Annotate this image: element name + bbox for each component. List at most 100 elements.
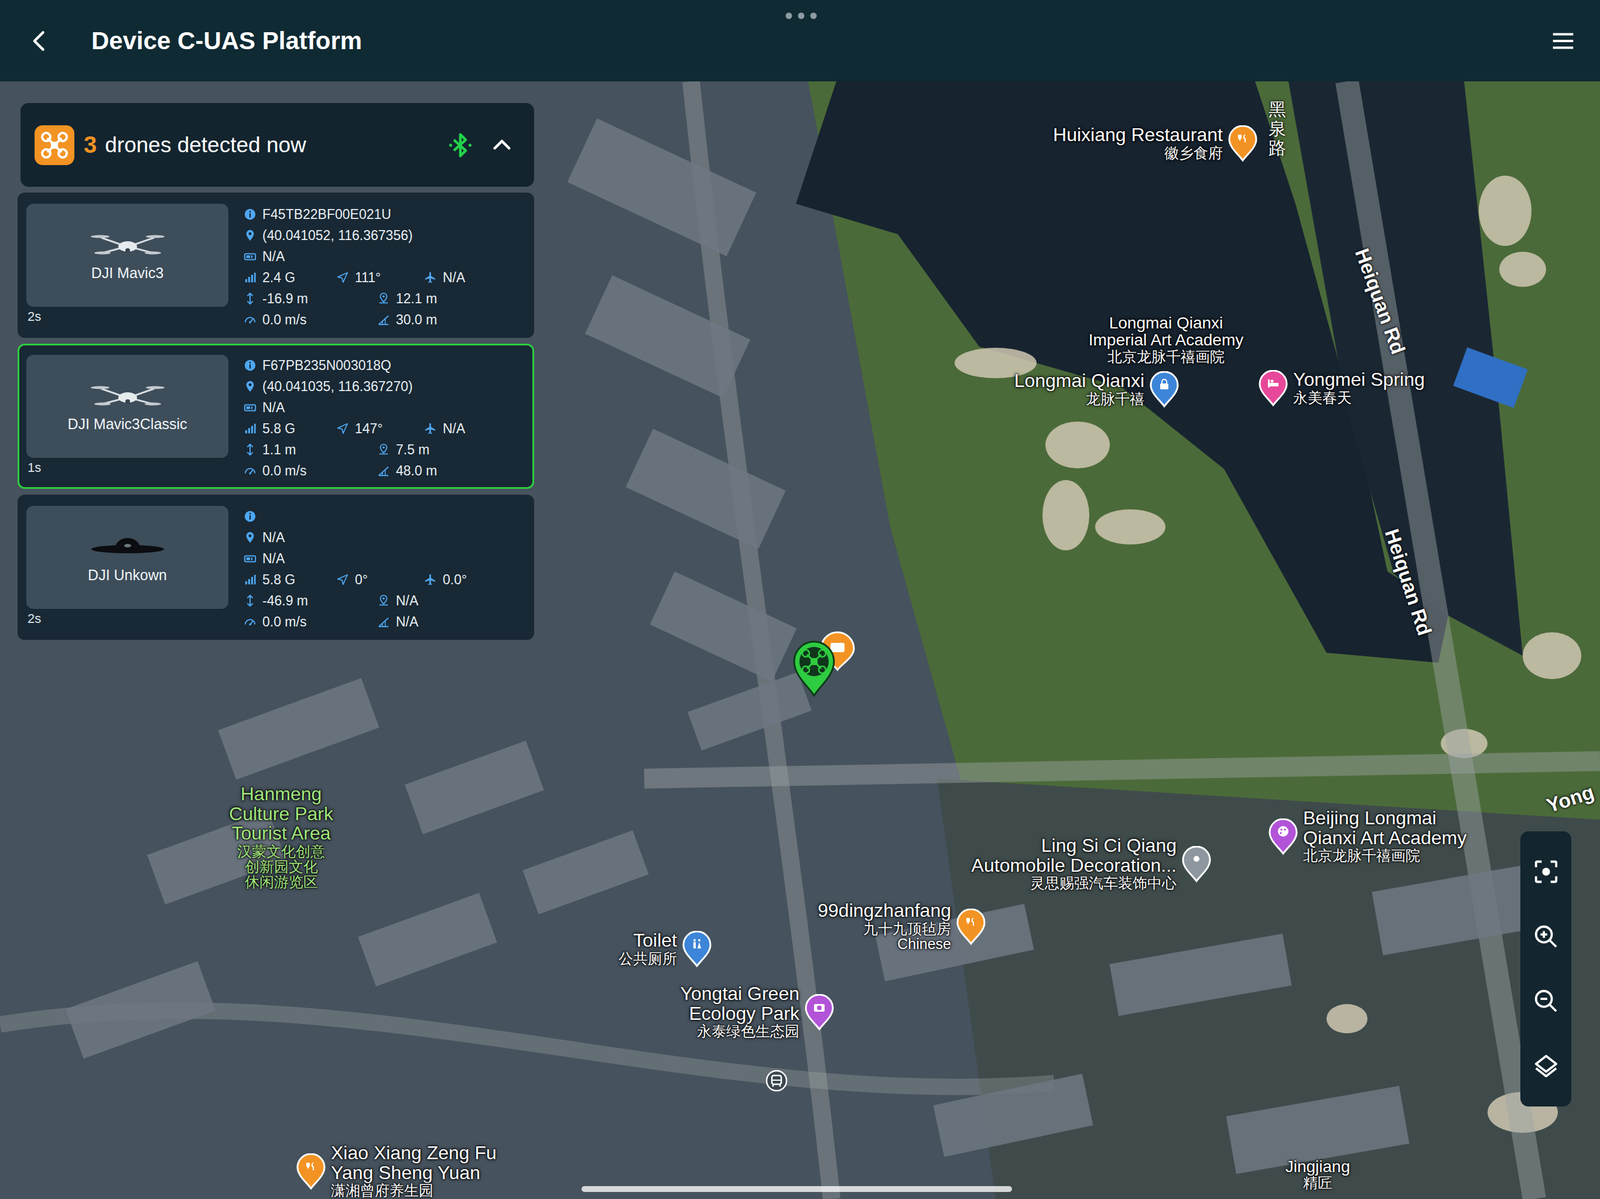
detail-row: N/A xyxy=(243,548,525,570)
detail-row: N/A xyxy=(243,527,525,549)
zoom-in-button[interactable] xyxy=(1532,923,1560,951)
altitude-value: -16.9 m xyxy=(262,291,309,307)
speed-field: 0.0 m/s xyxy=(243,463,378,480)
drone-thumbnail: DJI Unkown xyxy=(26,506,229,610)
map-label-line: 龙脉千禧 xyxy=(1085,391,1145,407)
back-button[interactable] xyxy=(26,28,53,54)
map-label-line: 灵思赐强汽车装饰中心 xyxy=(1030,875,1177,891)
map-label-line: Jingjiang xyxy=(1285,1158,1351,1176)
toilet-pin-icon xyxy=(681,931,713,969)
detail-row: N/A xyxy=(243,397,525,419)
heading-value: 147° xyxy=(354,421,384,437)
altitude-field: 1.1 m xyxy=(243,442,378,458)
map-label-line: Yang Sheng Yuan xyxy=(330,1163,481,1184)
height-field: 30.0 m xyxy=(377,312,437,328)
signal-value: 5.8 G xyxy=(262,572,296,588)
id-field: F67PB235N003018Q xyxy=(243,357,392,374)
map-label-line: Ecology Park xyxy=(688,1004,800,1025)
detail-row: 5.8 G 0° 0.0° xyxy=(243,569,525,591)
distance-pin-icon xyxy=(377,292,391,306)
drone-details: N/AN/A5.8 G0°0.0°-46.9 mN/A0.0 m/sN/A xyxy=(243,506,525,633)
detail-row: (40.041035, 116.367270) xyxy=(243,375,525,398)
collapse-toggle[interactable] xyxy=(489,132,515,158)
map-view[interactable]: Huixiang Restaurant徽乡食府Longmai Qianxi龙脉千… xyxy=(0,81,1600,1199)
detail-row: -16.9 m 12.1 m xyxy=(243,288,525,310)
speed-field: 0.0 m/s xyxy=(243,614,378,631)
map-label-line: Culture Park xyxy=(228,804,334,825)
detail-row: N/A xyxy=(243,245,525,268)
altitude-value: 1.1 m xyxy=(262,442,297,458)
place-pin-icon xyxy=(1180,846,1213,884)
map-label-line: Longmai Qianxi xyxy=(1109,314,1224,332)
flight-field: N/A xyxy=(424,421,466,437)
location-pin-icon xyxy=(243,531,257,545)
distance-pin-icon xyxy=(377,443,391,457)
recenter-button[interactable] xyxy=(1532,858,1560,886)
detail-row: 0.0 m/s30.0 m xyxy=(243,309,525,331)
id-value: F45TB22BF00E021U xyxy=(262,206,392,223)
menu-button[interactable] xyxy=(1549,27,1577,55)
distance-field: N/A xyxy=(377,593,419,610)
signal-field: 2.4 G xyxy=(243,269,337,286)
id-field: F45TB22BF00E021U xyxy=(243,206,392,223)
drone-badge-icon xyxy=(34,125,75,166)
map-label-line: 创新园文化 xyxy=(244,859,319,875)
info-icon xyxy=(243,510,257,523)
restaurant-pin-icon xyxy=(1226,125,1259,163)
detection-header[interactable]: 3drones detected now xyxy=(20,103,535,187)
map-label-line: 汉蒙文化创意 xyxy=(237,843,326,860)
drone-card[interactable]: DJI Mavic32s F45TB22BF00E021U(40.041052, … xyxy=(17,192,535,338)
map-label: Toilet公共厕所 xyxy=(618,931,678,967)
detail-row: (40.041052, 116.367356) xyxy=(243,224,525,246)
info-icon xyxy=(243,207,257,221)
detail-row: F67PB235N003018Q xyxy=(243,354,525,376)
zoom-out-button[interactable] xyxy=(1532,987,1560,1015)
drone-card[interactable]: DJI Unkown2sN/AN/A5.8 G0°0.0°-46.9 mN/A0… xyxy=(17,494,535,641)
map-label-line: Huixiang Restaurant xyxy=(1053,125,1223,146)
heading-arrow-icon xyxy=(336,573,350,587)
drone-card[interactable]: DJI Mavic3Classic1sF67PB235N003018Q(40.0… xyxy=(17,343,535,490)
signal-bars-icon xyxy=(243,573,257,587)
signal-bars-icon xyxy=(243,422,257,436)
type-value: N/A xyxy=(262,551,285,567)
map-label-line: Qianxi Art Academy xyxy=(1303,828,1467,849)
heading-field: 0° xyxy=(336,572,425,588)
ufo-drone-icon xyxy=(89,531,166,562)
drone-model: DJI Unkown xyxy=(87,566,167,584)
distance-value: 12.1 m xyxy=(395,291,437,307)
id-field xyxy=(243,510,263,523)
drone-model: DJI Mavic3Classic xyxy=(67,415,187,433)
id-value: F67PB235N003018Q xyxy=(262,357,392,374)
map-label-line: Ling Si Ci Qiang xyxy=(1041,836,1177,857)
restaurant-pin-icon xyxy=(295,1153,327,1192)
flight-value: 0.0° xyxy=(442,572,467,588)
altitude-arrow-icon xyxy=(243,594,257,608)
position-value: (40.041035, 116.367270) xyxy=(262,378,413,395)
drone-summary: DJI Mavic32s xyxy=(26,203,229,331)
drone-count: 3 xyxy=(83,131,97,159)
map-label-line: Hanmeng xyxy=(240,784,323,805)
drone-marker-icon xyxy=(790,639,838,701)
airplane-icon xyxy=(424,422,437,436)
position-value: N/A xyxy=(262,530,285,546)
detail-row: F45TB22BF00E021U xyxy=(243,203,525,225)
type-field: N/A xyxy=(243,551,285,567)
height-ramp-icon xyxy=(377,615,391,629)
height-value: 48.0 m xyxy=(395,463,437,480)
detail-row: 2.4 G111°N/A xyxy=(243,267,525,289)
map-label-note: Chinese xyxy=(897,936,952,952)
speedometer-icon xyxy=(243,615,257,629)
type-value: N/A xyxy=(262,400,285,416)
altitude-field: -46.9 m xyxy=(243,593,378,610)
layers-button[interactable] xyxy=(1532,1053,1560,1080)
map-label-line: Imperial Art Academy xyxy=(1088,332,1244,350)
type-value: N/A xyxy=(262,248,285,265)
speed-value: 0.0 m/s xyxy=(262,463,307,480)
distance-value: 7.5 m xyxy=(395,442,430,458)
map-label: 99dingzhanfang九十九顶毡房Chinese xyxy=(817,901,952,952)
location-pin-icon xyxy=(243,380,257,393)
distance-pin-icon xyxy=(377,594,391,608)
map-label-line: Yongmei Spring xyxy=(1293,370,1425,391)
map-label-line: 潇湘曾府养生园 xyxy=(330,1183,434,1199)
height-ramp-icon xyxy=(377,313,391,327)
